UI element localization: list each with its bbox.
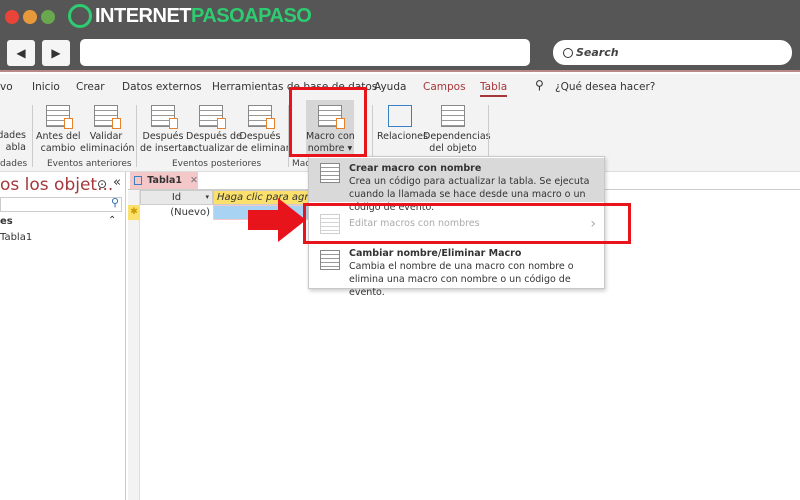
highlight-box-editar: [303, 203, 631, 244]
forward-button[interactable]: ▶: [42, 40, 70, 66]
antes-del-cambio-button[interactable]: Antes del cambio: [36, 105, 81, 155]
despues-eliminar-button[interactable]: Después de eliminar: [236, 105, 290, 155]
divider: [32, 105, 33, 167]
tell-me-input[interactable]: ¿Qué desea hacer?: [555, 81, 655, 93]
tab-tabla[interactable]: Tabla: [480, 81, 508, 97]
rename-macro-icon: [320, 250, 340, 270]
divider: [136, 105, 137, 167]
tab-campos[interactable]: Campos: [423, 81, 466, 93]
despues-actualizar-button[interactable]: Después de actualizar: [186, 105, 242, 155]
table-icon: [134, 176, 143, 185]
new-record-marker: ✱: [128, 205, 140, 220]
table-update-icon: [199, 105, 226, 129]
navpane-search-input[interactable]: ⚲: [0, 196, 122, 212]
tab-tabla1[interactable]: Tabla1 ✕: [130, 172, 198, 189]
logo-text-accent: PASOAPASO: [191, 4, 312, 27]
dropdown-circle-icon[interactable]: ⊙: [97, 177, 107, 191]
relationships-icon: [388, 105, 412, 127]
validar-eliminacion-button[interactable]: Validar eliminación: [80, 105, 135, 155]
tab-inicio[interactable]: Inicio: [32, 81, 60, 93]
table-delete-icon: [248, 105, 275, 129]
table-event-icon: [46, 105, 73, 129]
back-button[interactable]: ◀: [7, 40, 35, 66]
red-arrow-icon: [248, 198, 306, 242]
menu-item-crear-macro[interactable]: Crear macro con nombre Crea un código par…: [309, 158, 604, 213]
search-icon: ⚲: [110, 196, 119, 209]
column-header-id[interactable]: Id ▾: [140, 190, 213, 205]
browser-titlebar: INTERNET PASOAPASO ◀ ▶ Search: [0, 0, 800, 72]
address-bar[interactable]: [80, 39, 530, 66]
search-input[interactable]: Search: [553, 40, 792, 65]
tab-archivo[interactable]: vo: [0, 81, 13, 93]
despues-insertar-button[interactable]: Después de insertar: [140, 105, 192, 155]
object-dependencies-icon: [441, 105, 465, 127]
collapse-pane-icon[interactable]: «: [113, 175, 121, 190]
minimize-window-button[interactable]: [23, 10, 37, 24]
tab-datos-externos[interactable]: Datos externos: [122, 81, 202, 93]
collapse-section-icon[interactable]: ⌃: [108, 215, 116, 226]
close-window-button[interactable]: [5, 10, 19, 24]
propiedades-button[interactable]: dades abla: [0, 130, 26, 154]
logo: INTERNET PASOAPASO: [68, 4, 312, 28]
document-tab-label: Tabla1: [147, 175, 183, 186]
highlight-box-macro-button: [289, 87, 367, 157]
search-icon: ⚲: [535, 78, 544, 92]
group-label: Eventos anteriores: [47, 159, 132, 169]
relaciones-button[interactable]: Relaciones: [377, 105, 428, 143]
search-placeholder: Search: [576, 46, 619, 59]
tab-crear[interactable]: Crear: [76, 81, 105, 93]
dependencias-button[interactable]: Dependencias del objeto: [423, 105, 491, 155]
cell-id-new[interactable]: (Nuevo): [140, 205, 213, 220]
logo-icon: [68, 4, 92, 28]
search-icon: [563, 47, 573, 58]
table-event-icon: [94, 105, 121, 129]
group-label: dades: [0, 159, 28, 169]
close-tab-icon[interactable]: ✕: [190, 175, 198, 186]
menu-item-cambiar-nombre[interactable]: Cambiar nombre/Eliminar Macro Cambia el n…: [309, 245, 604, 298]
logo-text: INTERNET: [95, 4, 192, 27]
navpane-item-tabla1[interactable]: Tabla1: [0, 232, 32, 243]
row-selector-column: [128, 190, 140, 500]
ribbon-tabs: vo Inicio Crear Datos externos Herramien…: [0, 74, 800, 100]
navigation-pane: os los objet... ⊙ « ⚲ es ⌃ Tabla1: [0, 172, 126, 500]
maximize-window-button[interactable]: [41, 10, 55, 24]
tab-ayuda[interactable]: Ayuda: [374, 81, 406, 93]
navpane-section-header[interactable]: es: [0, 216, 13, 227]
table-insert-icon: [151, 105, 178, 129]
group-label: Eventos posteriores: [172, 159, 262, 169]
create-macro-icon: [320, 163, 340, 183]
